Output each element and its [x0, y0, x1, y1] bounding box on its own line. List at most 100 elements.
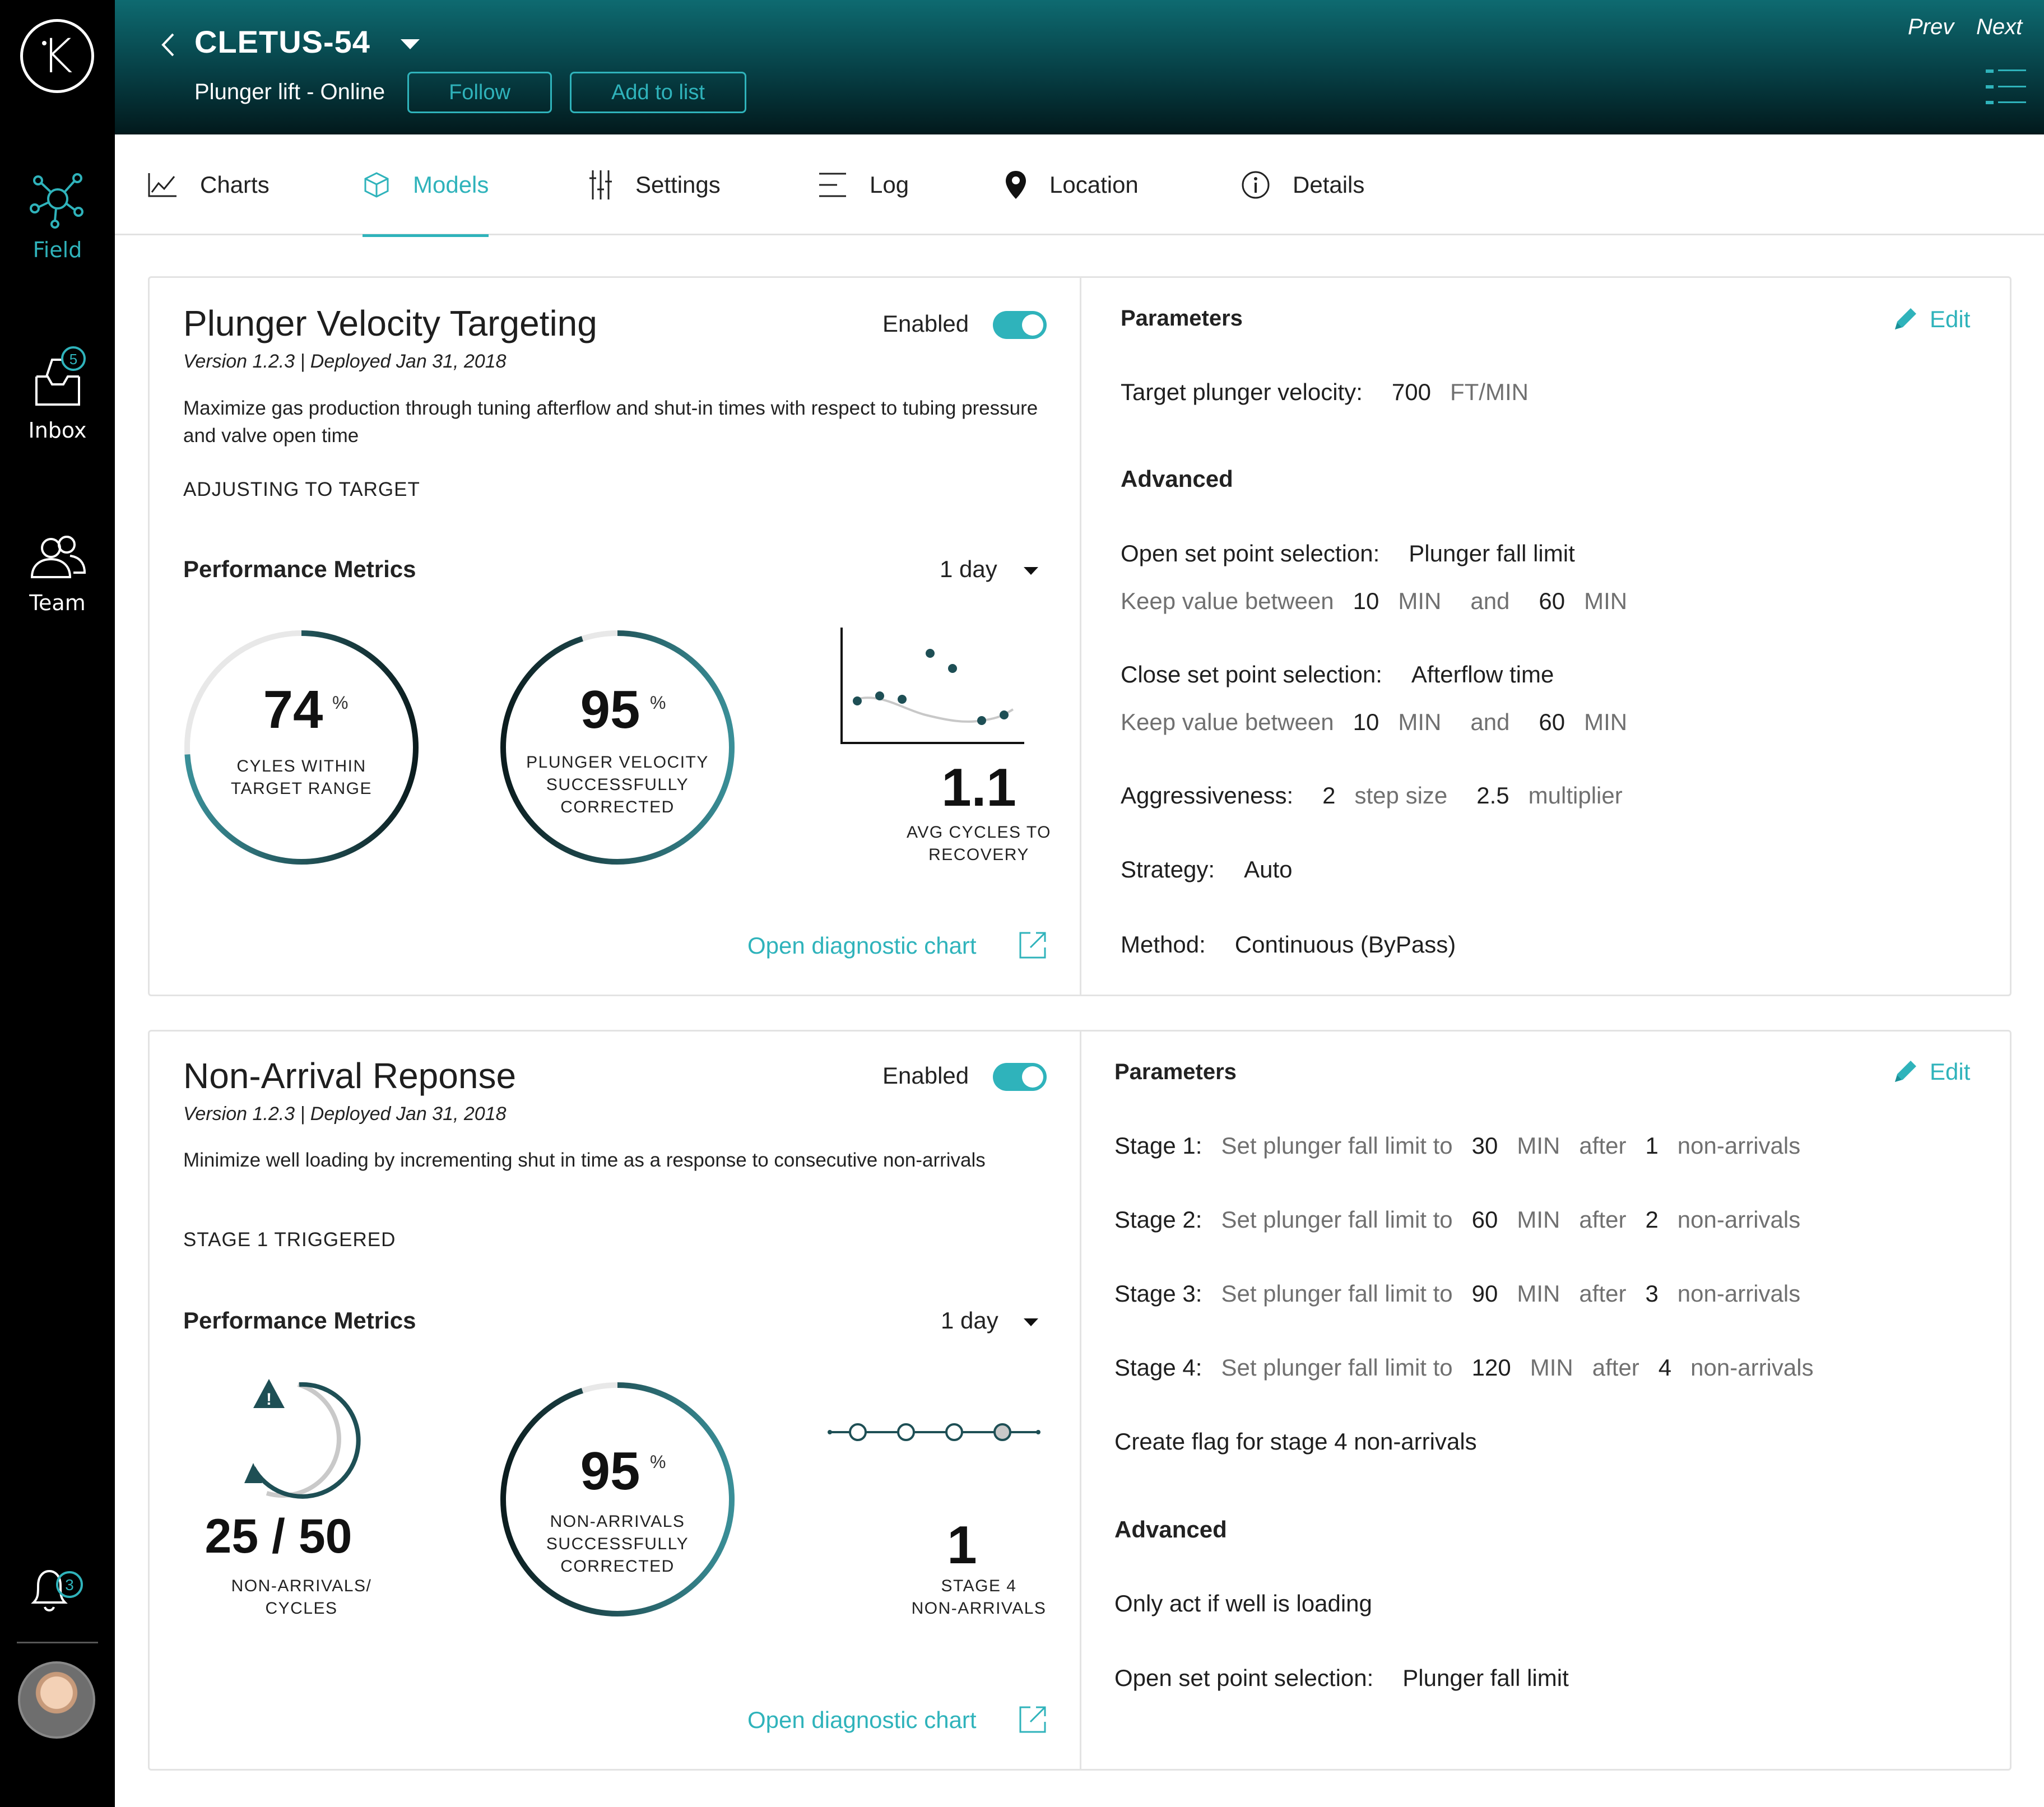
- well-name: CLETUS-54: [194, 24, 370, 59]
- model-card-non-arrival: Non-Arrival Reponse Version 1.2.3 | Depl…: [148, 1030, 2012, 1771]
- tab-settings[interactable]: Settings: [588, 134, 721, 235]
- tab-log[interactable]: Log: [818, 134, 909, 235]
- metric-value: 95: [580, 680, 640, 740]
- sidebar-item-field[interactable]: Field: [0, 168, 115, 262]
- notification-count: 3: [65, 1576, 74, 1594]
- user-avatar[interactable]: [18, 1661, 95, 1739]
- external-link-icon[interactable]: [1018, 931, 1047, 960]
- sparkline-point: [875, 691, 884, 700]
- line-chart-icon: [148, 173, 176, 197]
- sidebar-item-team[interactable]: Team: [0, 532, 115, 615]
- open-set-point-row: Open set point selection: Plunger fall li…: [1121, 540, 1575, 566]
- model-description: Minimize well loading by incrementing sh…: [183, 1149, 986, 1171]
- log-list-icon: [819, 173, 846, 197]
- pencil-icon[interactable]: [1890, 1057, 1920, 1086]
- tab-models[interactable]: Models: [363, 134, 489, 237]
- sparkline-axes: [840, 628, 1024, 744]
- stage-dot: [945, 1423, 963, 1441]
- list-menu-icon[interactable]: [1983, 68, 2028, 105]
- svg-text:!: !: [266, 1390, 272, 1409]
- well-dropdown-caret-icon[interactable]: [401, 39, 420, 49]
- stage-dot: [897, 1423, 915, 1441]
- prev-link[interactable]: Prev: [1908, 15, 1954, 40]
- open-set-point-row: Open set point selection: Plunger fall li…: [1114, 1665, 1569, 1691]
- open-diagnostic-chart-link[interactable]: Open diagnostic chart: [747, 1707, 977, 1734]
- method-row: Method: Continuous (ByPass): [1121, 931, 1456, 958]
- parameters-title: Parameters: [1114, 1060, 1237, 1084]
- follow-button[interactable]: Follow: [407, 72, 552, 113]
- aggressiveness-row: Aggressiveness: 2 step size 2.5 multiplier: [1121, 782, 1623, 809]
- edit-parameters-button[interactable]: Edit: [1930, 1058, 1970, 1085]
- model-description: Maximize gas production through tuning a…: [183, 397, 1038, 447]
- metric-unit: %: [332, 693, 349, 713]
- close-set-point-row: Close set point selection: Afterflow time: [1121, 661, 1554, 688]
- period-caret-icon[interactable]: [1024, 567, 1038, 575]
- edit-parameters-button[interactable]: Edit: [1930, 306, 1970, 333]
- period-select[interactable]: 1 day: [941, 1307, 998, 1334]
- map-pin-icon: [1006, 171, 1026, 199]
- sparkline-point: [898, 695, 907, 704]
- pencil-icon[interactable]: [1890, 305, 1920, 334]
- model-version: Version 1.2.3 | Deployed Jan 31, 2018: [183, 1103, 507, 1125]
- metric-unit: %: [650, 693, 666, 713]
- metric-label: PLUNGER VELOCITY SUCCESSFULLY CORRECTED: [526, 753, 709, 816]
- cycle-warning-icon: !: [244, 1379, 361, 1499]
- enabled-label: Enabled: [882, 1062, 969, 1089]
- card-divider: [1080, 278, 1081, 995]
- advanced-title: Advanced: [1121, 466, 1233, 492]
- metric-label: NON-ARRIVALS SUCCESSFULLY CORRECTED: [546, 1512, 689, 1576]
- enabled-toggle[interactable]: [993, 1063, 1047, 1091]
- close-range-row: Keep value between 10 MIN and 60 MIN: [1121, 709, 1628, 735]
- tab-location[interactable]: Location: [1005, 134, 1139, 235]
- next-link[interactable]: Next: [1976, 15, 2022, 40]
- metric-label: AVG CYCLES TO RECOVERY: [907, 823, 1051, 864]
- info-icon: [1242, 171, 1270, 199]
- sparkline-point: [926, 649, 935, 658]
- sidebar-item-inbox[interactable]: 5 Inbox: [0, 343, 115, 443]
- tab-charts[interactable]: Charts: [147, 134, 270, 235]
- stage-row: Stage 2: Set plunger fall limit to 60 MIN af…: [1114, 1206, 1801, 1233]
- cycles-in-range-ring: [184, 630, 419, 865]
- model-card-plunger-velocity: Plunger Velocity Targeting Version 1.2.3…: [148, 276, 2012, 996]
- cube-icon: [364, 172, 389, 198]
- add-to-list-button[interactable]: Add to list: [570, 72, 746, 113]
- performance-metrics-title: Performance Metrics: [183, 556, 416, 582]
- open-diagnostic-chart-link[interactable]: Open diagnostic chart: [747, 932, 977, 959]
- stage-dot-active: [993, 1423, 1011, 1441]
- open-range-row: Keep value between 10 MIN and 60 MIN: [1121, 588, 1628, 614]
- notifications-button[interactable]: 3: [27, 1563, 89, 1616]
- performance-metrics-title: Performance Metrics: [183, 1307, 416, 1334]
- inbox-badge: 5: [69, 351, 77, 368]
- enabled-label: Enabled: [882, 310, 969, 337]
- sidebar-divider: [17, 1642, 98, 1643]
- card-divider: [1080, 1032, 1081, 1769]
- period-caret-icon[interactable]: [1024, 1318, 1038, 1326]
- sparkline-point: [977, 716, 986, 725]
- metric-value: 1: [947, 1515, 977, 1575]
- stage-progress-track: [828, 1423, 1040, 1441]
- back-chevron-icon[interactable]: [160, 31, 176, 59]
- metric-unit: %: [650, 1452, 666, 1472]
- bell-icon: 3: [31, 1569, 83, 1611]
- advanced-title: Advanced: [1114, 1516, 1227, 1543]
- app-logo[interactable]: K: [20, 19, 94, 93]
- metric-value: 25 / 50: [205, 1509, 352, 1563]
- sparkline-point: [948, 664, 957, 673]
- period-select[interactable]: 1 day: [940, 556, 997, 583]
- metric-label: CYLES WITHIN TARGET RANGE: [231, 757, 372, 798]
- only-act-loading-row: Only act if well is loading: [1114, 1590, 1372, 1616]
- tab-label: Details: [1293, 171, 1365, 198]
- tab-details[interactable]: Details: [1241, 134, 1364, 235]
- sidebar-item-label: Inbox: [28, 418, 87, 443]
- tab-label: Settings: [635, 171, 721, 198]
- progress-arc: [500, 630, 735, 865]
- enabled-toggle[interactable]: [993, 311, 1047, 339]
- network-icon: [29, 173, 83, 229]
- recovery-sparkline: [840, 628, 1024, 744]
- model-status: ADJUSTING TO TARGET: [183, 479, 420, 500]
- well-header: CLETUS-54 Plunger lift - Online Follow A…: [115, 0, 2044, 134]
- model-version: Version 1.2.3 | Deployed Jan 31, 2018: [183, 351, 507, 372]
- model-title: Non-Arrival Reponse: [183, 1056, 517, 1096]
- well-status: Plunger lift - Online: [194, 80, 385, 104]
- external-link-icon[interactable]: [1018, 1705, 1047, 1734]
